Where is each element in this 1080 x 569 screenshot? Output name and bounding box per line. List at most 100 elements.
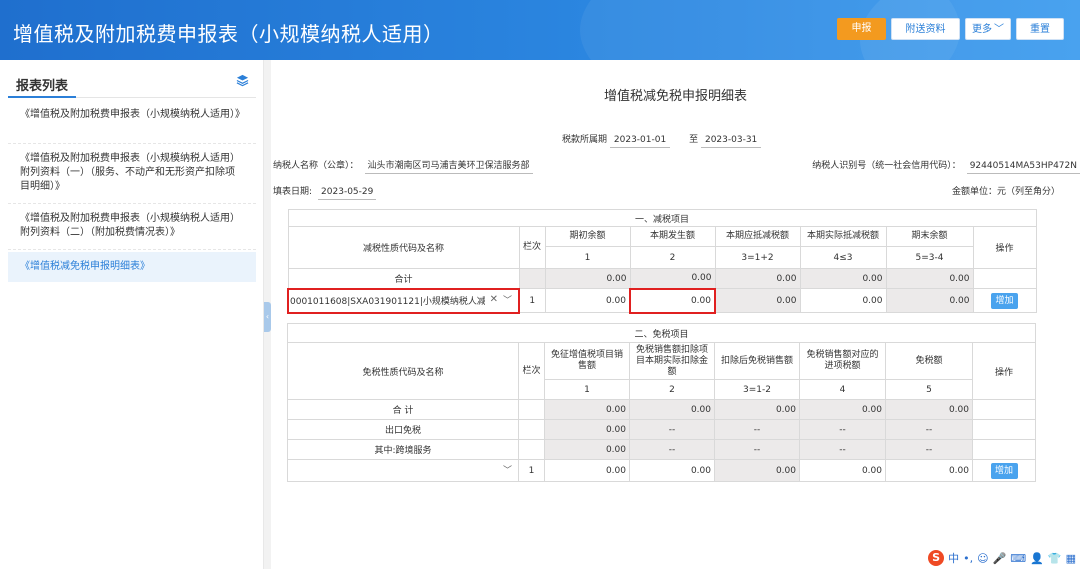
cell: 0.00 (544, 399, 630, 420)
taxpayer-id-value: 92440514MA53HP472N (966, 161, 1080, 174)
exempt-sales-input[interactable]: 0.00 (544, 459, 630, 482)
col-header: 本期实际抵减税额 (799, 226, 887, 247)
col-header-row: 栏次 (518, 342, 545, 400)
attach-docs-button[interactable]: 附送资料 (891, 18, 960, 40)
sogou-logo-icon[interactable]: S (928, 550, 945, 566)
emoji-icon[interactable]: ☺ (977, 552, 988, 565)
col-header-name: 减税性质代码及名称 (287, 226, 520, 269)
col-header: 期末余额 (885, 226, 974, 247)
cell: 0.00 (799, 399, 886, 420)
cell: -- (629, 439, 715, 460)
op-cell: 增加 (972, 288, 1037, 313)
cell: 0.00 (799, 268, 887, 289)
row-number: 1 (518, 459, 545, 482)
cell (518, 399, 545, 420)
col-header: 免税销售额对应的进项税额 (799, 342, 886, 380)
grid-icon[interactable]: ▦ (1066, 552, 1076, 565)
cell: 0.00 (544, 419, 630, 440)
chevron-down-icon: ﹀ (994, 24, 1004, 35)
op-cell: 增加 (971, 459, 1037, 482)
reduction-code-select[interactable]: 0001011608|SXA031901121|小规模纳税人减按 ✕ ﹀ (287, 287, 520, 314)
microphone-icon[interactable]: 🎤 (993, 552, 1007, 565)
cell: 0.00 (714, 288, 801, 313)
user-icon[interactable]: 👤 (1030, 552, 1044, 565)
reset-button[interactable]: 重置 (1016, 18, 1064, 40)
add-row-button[interactable]: 增加 (991, 292, 1018, 309)
opening-balance-input[interactable]: 0.00 (544, 288, 631, 313)
layers-icon[interactable] (236, 74, 250, 88)
app-header: 增值税及附加税费申报表（小规模纳税人适用） 申报 附送资料 更多 ﹀ 重置 (0, 0, 1080, 60)
submit-button[interactable]: 申报 (837, 18, 886, 40)
report-list-sidebar: 报表列表 《增值税及附加税费申报表（小规模纳税人适用）》 《增值税及附加税费申报… (0, 60, 264, 569)
cell: 0.00 (544, 439, 630, 460)
col-number: 2 (629, 379, 715, 400)
sidebar-item-attachment-2[interactable]: 《增值税及附加税费申报表（小规模纳税人适用）附列资料（二）（附加税费情况表）》 (8, 208, 256, 250)
cell (971, 439, 1037, 460)
sidebar-item-main-report[interactable]: 《增值税及附加税费申报表（小规模纳税人适用）》 (8, 104, 256, 144)
input-tax-input[interactable]: 0.00 (799, 459, 886, 482)
cell (518, 439, 545, 460)
period-to-label: 至 (689, 135, 699, 145)
col-number: 3=1-2 (714, 379, 800, 400)
taxpayer-name: 纳税人名称（公章）： 汕头市潮南区司马浦吉美环卫保洁服务部 (273, 158, 533, 174)
col-number: 1 (544, 246, 631, 269)
row-label: 其中:跨境服务 (287, 439, 519, 460)
ime-toolbar: S 中 •, ☺ 🎤 ⌨ 👤 👕 ▦ (928, 549, 1076, 567)
sidebar-header: 报表列表 (8, 72, 256, 98)
col-header-row: 栏次 (518, 226, 546, 269)
table-row: 0001011608|SXA031901121|小规模纳税人减按 ✕ ﹀ 1 0… (287, 287, 1037, 314)
col-header-op: 操作 (972, 226, 1037, 269)
table-row: ﹀ 1 0.00 0.00 0.00 0.00 0.00 增加 (287, 459, 1037, 482)
cell: -- (885, 439, 973, 460)
tax-period: 税款所属期 2023-01-01 至 2023-03-31 (562, 132, 762, 148)
exemption-code-select[interactable]: ﹀ (287, 459, 519, 482)
reduction-code-value: 0001011608|SXA031901121|小规模纳税人减按 (290, 297, 485, 307)
page-title: 增值税及附加税费申报表（小规模纳税人适用） (13, 22, 444, 46)
exempt-tax-input[interactable]: 0.00 (885, 459, 973, 482)
chevron-down-icon[interactable]: ﹀ (503, 293, 512, 306)
more-button[interactable]: 更多 ﹀ (965, 18, 1011, 40)
current-amount-input[interactable]: 0.00 (629, 287, 716, 314)
ime-punct-toggle[interactable]: •, (963, 552, 973, 565)
col-header: 本期发生额 (629, 226, 716, 247)
skin-icon[interactable]: 👕 (1048, 552, 1062, 565)
period-end-value: 2023-03-31 (700, 135, 762, 148)
table-row: 合 计 0.00 0.00 0.00 0.00 0.00 (287, 399, 1037, 420)
period-label: 税款所属期 (562, 135, 608, 145)
cell: 0.00 (714, 459, 800, 482)
cell: 0.00 (714, 399, 800, 420)
actual-deduction-input[interactable]: 0.00 (799, 288, 887, 313)
sidebar-item-attachment-1[interactable]: 《增值税及附加税费申报表（小规模纳税人适用）附列资料（一）（服务、不动产和无形资… (8, 148, 256, 204)
cell: -- (714, 439, 800, 460)
more-label: 更多 (972, 24, 992, 35)
taxpayer-id: 纳税人识别号（统一社会信用代码）： 92440514MA53HP472N (812, 158, 1080, 174)
sidebar-item-reduction-detail[interactable]: 《增值税减免税申报明细表》 (8, 252, 256, 282)
chevron-left-icon: ‹ (265, 312, 270, 321)
total-label: 合计 (287, 268, 520, 289)
collapse-sidebar-handle[interactable]: ‹ (264, 302, 271, 332)
cell: -- (714, 419, 800, 440)
col-header: 期初余额 (544, 226, 631, 247)
cell: 0.00 (629, 399, 715, 420)
ime-lang-toggle[interactable]: 中 (948, 550, 959, 566)
taxpayer-id-label: 纳税人识别号（统一社会信用代码）： (812, 161, 961, 171)
col-header: 扣除后免税销售额 (714, 342, 800, 380)
cell: -- (799, 419, 886, 440)
cell: 0.00 (885, 288, 974, 313)
col-number: 2 (629, 246, 716, 269)
cell (971, 419, 1037, 440)
section-title: 一、减税项目 (287, 209, 1037, 227)
col-number: 5 (885, 379, 973, 400)
cell: 0.00 (714, 268, 801, 289)
clear-icon[interactable]: ✕ (490, 294, 498, 305)
chevron-down-icon[interactable]: ﹀ (503, 463, 512, 476)
col-number: 1 (544, 379, 630, 400)
keyboard-icon[interactable]: ⌨ (1010, 552, 1026, 565)
fill-date-value: 2023-05-29 (318, 187, 377, 200)
col-header: 免税额 (885, 342, 973, 380)
amount-unit: 金额单位：元（列至角分） (951, 187, 1060, 197)
deduction-amount-input[interactable]: 0.00 (629, 459, 715, 482)
add-row-button[interactable]: 增加 (990, 462, 1018, 479)
cell (971, 399, 1037, 420)
fill-date: 填表日期: 2023-05-29 (273, 184, 377, 200)
